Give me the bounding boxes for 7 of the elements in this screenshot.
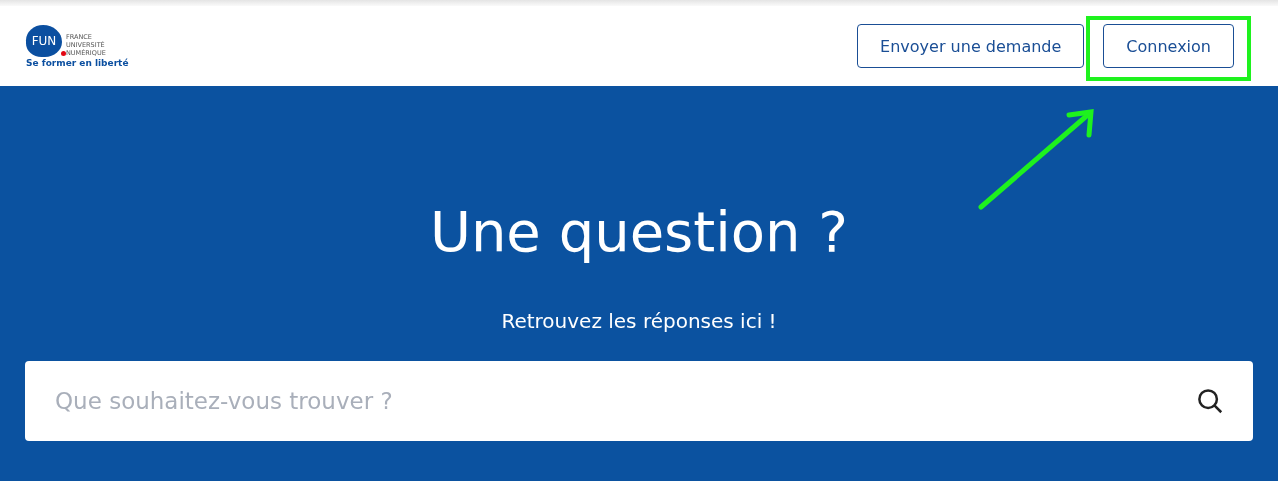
search-icon[interactable] xyxy=(1195,386,1225,416)
login-button[interactable]: Connexion xyxy=(1103,24,1234,68)
logo-tagline: Se former en liberté xyxy=(26,57,129,68)
search-field[interactable]: Que souhaitez-vous trouver ? xyxy=(25,361,1253,441)
hero-subtitle: Retrouvez les réponses ici ! xyxy=(501,309,777,333)
hero-title: Une question ? xyxy=(429,198,849,266)
request-button[interactable]: Envoyer une demande xyxy=(857,24,1085,68)
